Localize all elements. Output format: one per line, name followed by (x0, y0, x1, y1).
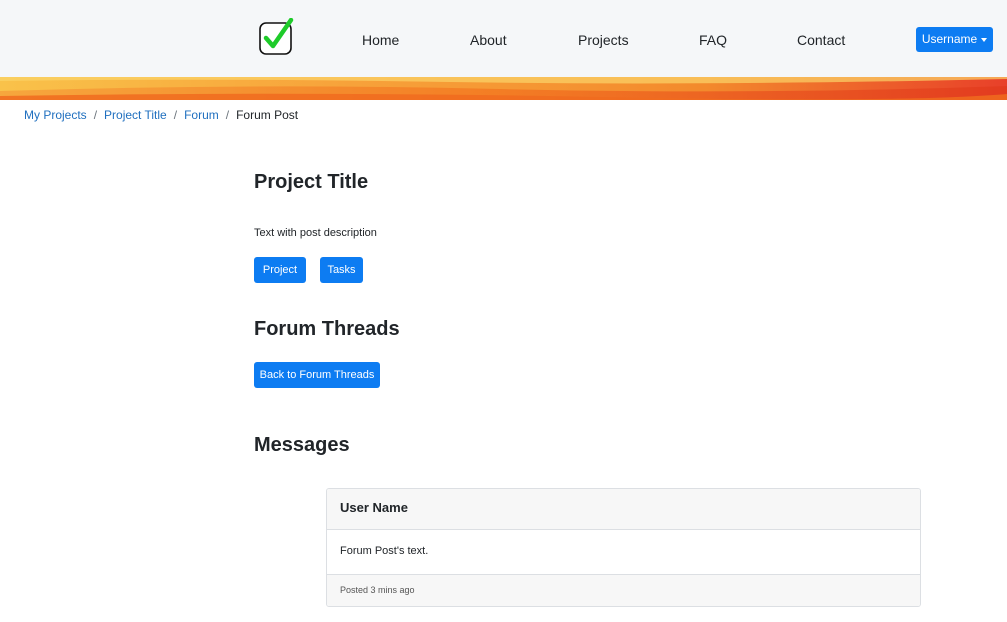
breadcrumb-separator: / (225, 108, 230, 122)
user-button-label: Username (921, 32, 978, 46)
header-wave-banner (0, 77, 1007, 100)
project-button[interactable]: Project (254, 257, 306, 283)
breadcrumb: My Projects / Project Title / Forum / Forum Po… (24, 108, 298, 122)
nav-contact[interactable]: Contact (797, 32, 845, 48)
navbar: Home About Projects FAQ Contact Username (0, 0, 1007, 79)
user-dropdown-button[interactable]: Username (916, 27, 993, 52)
nav-faq[interactable]: FAQ (699, 32, 727, 48)
back-to-forum-threads-button[interactable]: Back to Forum Threads (254, 362, 380, 388)
messages-heading: Messages (254, 434, 350, 456)
nav-about[interactable]: About (470, 32, 507, 48)
project-title: Project Title (254, 171, 369, 193)
nav-projects[interactable]: Projects (578, 32, 629, 48)
breadcrumb-separator: / (93, 108, 98, 122)
nav-home[interactable]: Home (362, 32, 399, 48)
message-card: User Name Forum Post's text. Posted 3 mi… (326, 488, 921, 607)
breadcrumb-my-projects[interactable]: My Projects (24, 108, 87, 122)
breadcrumb-project-title[interactable]: Project Title (104, 108, 167, 122)
project-description: Text with post description (254, 227, 377, 239)
checkbox-check-icon[interactable] (258, 17, 294, 55)
breadcrumb-forum[interactable]: Forum (184, 108, 219, 122)
caret-down-icon (981, 37, 988, 42)
message-timestamp: Posted 3 mins ago (327, 574, 920, 606)
breadcrumb-separator: / (173, 108, 178, 122)
message-text: Forum Post's text. (340, 545, 429, 557)
tasks-button[interactable]: Tasks (320, 257, 363, 283)
breadcrumb-current: Forum Post (236, 108, 299, 122)
message-user-name: User Name (327, 489, 920, 530)
forum-threads-heading: Forum Threads (254, 318, 400, 340)
